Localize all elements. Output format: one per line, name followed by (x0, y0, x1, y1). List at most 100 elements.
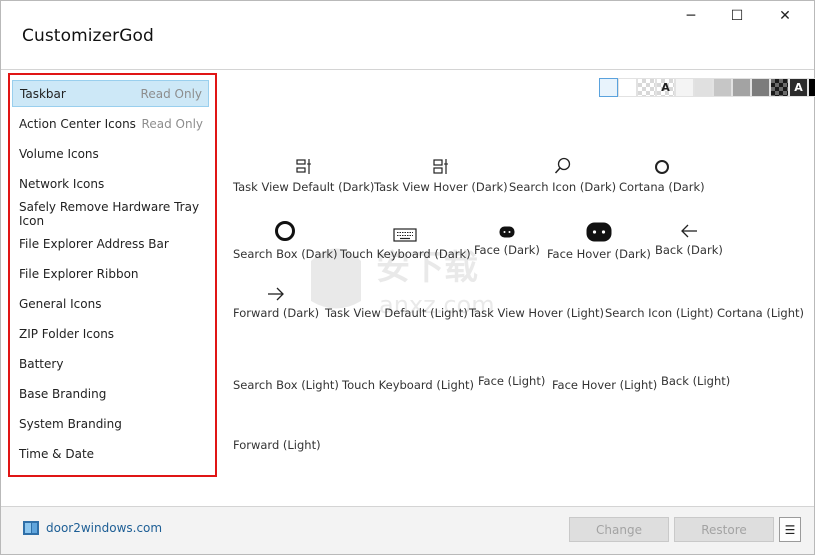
sidebar-item-label: Volume Icons (19, 146, 99, 161)
icon-tile-label: Touch Keyboard (Light) (342, 378, 475, 392)
swatch-checker-text[interactable]: A (656, 78, 675, 97)
icon-tile-back-dark[interactable]: Back (Dark) (655, 216, 723, 257)
icon-tile-label: Search Box (Dark) (233, 247, 338, 261)
icon-tile-label: Task View Hover (Light) (469, 306, 605, 320)
icon-tile-label: Search Icon (Light) (605, 306, 714, 320)
app-title: CustomizerGod (22, 26, 154, 46)
search-icon (554, 157, 570, 174)
read-only-badge: Read Only (141, 116, 203, 131)
sidebar-item-zip-folder-icons[interactable]: ZIP Folder Icons (12, 320, 209, 347)
icon-tile-label: Cortana (Light) (717, 306, 805, 320)
icon-tile-task-view-hover-light[interactable]: Task View Hover (Light) (469, 281, 604, 320)
sidebar-item-time-date[interactable]: Time & Date (12, 440, 209, 467)
icon-tile-label: Face (Dark) (474, 243, 540, 257)
sidebar-item-action-center-icons[interactable]: Action Center Icons Read Only (12, 110, 209, 137)
restore-button[interactable]: Restore (674, 517, 774, 542)
icon-tile-face-hover-dark[interactable]: Face Hover (Dark) (547, 216, 651, 261)
read-only-badge: Read Only (140, 86, 202, 101)
sidebar-item-file-explorer-ribbon[interactable]: File Explorer Ribbon (12, 260, 209, 287)
sidebar-item-label: File Explorer Ribbon (19, 266, 139, 281)
sidebar-item-label: ZIP Folder Icons (19, 326, 115, 341)
icon-tile-label: Task View Default (Dark) (233, 180, 375, 194)
arrow-left-icon (681, 224, 697, 238)
swatch-white[interactable] (618, 78, 637, 97)
icon-preview-grid: Task View Default (Dark) Task View Hover… (226, 131, 811, 471)
sidebar-item-safely-remove-hardware[interactable]: Safely Remove Hardware Tray Icon (12, 200, 209, 228)
door2windows-logo-icon (23, 521, 39, 535)
maximize-icon: ☐ (730, 8, 744, 24)
keyboard-icon (393, 228, 417, 242)
sidebar-item-label: Base Branding (19, 386, 107, 401)
icon-tile-task-view-default-light[interactable]: Task View Default (Light) (325, 281, 468, 320)
icon-tile-cortana-light[interactable]: Cortana (Light) (717, 281, 804, 320)
search-box-circle-icon (275, 221, 296, 241)
sidebar-item-network-icons[interactable]: Network Icons (12, 170, 209, 197)
face-hover-icon (586, 222, 612, 242)
sidebar-item-label: Taskbar (20, 86, 66, 101)
icon-tile-touch-keyboard-dark[interactable]: Touch Keyboard (Dark) (340, 216, 471, 261)
swatch-very-light-gray[interactable] (675, 78, 694, 97)
brand-link-text[interactable]: door2windows.com (46, 521, 162, 535)
swatch-charcoal-text[interactable]: A (789, 78, 808, 97)
sidebar-item-battery[interactable]: Battery (12, 350, 209, 377)
sidebar-item-taskbar[interactable]: Taskbar Read Only (12, 80, 209, 107)
sidebar-item-label: File Explorer Address Bar (19, 236, 169, 251)
icon-tile-label: Touch Keyboard (Dark) (340, 247, 471, 261)
change-button[interactable]: Change (569, 517, 669, 542)
maximize-button[interactable]: ☐ (714, 1, 760, 31)
icon-tile-search-box-dark[interactable]: Search Box (Dark) (233, 216, 337, 261)
icon-tile-task-view-hover-dark[interactable]: Task View Hover (Dark) (374, 153, 508, 194)
sidebar-item-label: Time & Date (19, 446, 95, 461)
icon-tile-face-light[interactable]: Face (Light) (478, 349, 545, 388)
sidebar-item-label: System Branding (19, 416, 122, 431)
icon-tile-touch-keyboard-light[interactable]: Touch Keyboard (Light) (342, 353, 474, 392)
cortana-circle-icon (654, 160, 669, 174)
sidebar-item-base-branding[interactable]: Base Branding (12, 380, 209, 407)
icon-tile-forward-light[interactable]: Forward (Light) (233, 413, 321, 452)
sidebar-item-label: Network Icons (19, 176, 105, 191)
brand-link[interactable]: door2windows.com (22, 519, 162, 537)
sidebar-item-general-icons[interactable]: General Icons (12, 290, 209, 317)
icon-tile-label: Task View Default (Light) (325, 306, 468, 320)
footer-bar: door2windows.com Change Restore ☰ (1, 507, 814, 554)
minimize-button[interactable]: ─ (668, 1, 714, 31)
icon-tile-label: Forward (Dark) (233, 306, 320, 320)
swatch-light-gray[interactable] (694, 78, 713, 97)
icon-tile-face-dark[interactable]: Face (Dark) (474, 216, 540, 257)
app-window: ─ ☐ ✕ CustomizerGod Taskbar Read Only Ac… (0, 0, 815, 555)
icon-tile-cortana-dark[interactable]: Cortana (Dark) (619, 153, 705, 194)
icon-tile-search-icon-dark[interactable]: Search Icon (Dark) (509, 153, 616, 194)
icon-tile-search-box-light[interactable]: Search Box (Light) (233, 353, 339, 392)
icon-tile-label: Search Box (Light) (233, 378, 339, 392)
icon-tile-forward-dark[interactable]: Forward (Dark) (233, 281, 319, 320)
background-swatch-bar: A A (599, 78, 815, 97)
sidebar-item-label: Battery (19, 356, 64, 371)
swatch-gray[interactable] (713, 78, 732, 97)
close-button[interactable]: ✕ (762, 1, 808, 31)
arrow-right-icon (268, 287, 284, 301)
icon-tile-search-icon-light[interactable]: Search Icon (Light) (605, 281, 714, 320)
sidebar-item-label: General Icons (19, 296, 102, 311)
icon-tile-label: Back (Light) (661, 374, 731, 388)
task-view-icon (433, 159, 448, 174)
swatch-checker[interactable] (637, 78, 656, 97)
icon-tile-back-light[interactable]: Back (Light) (661, 349, 730, 388)
sidebar-item-volume-icons[interactable]: Volume Icons (12, 140, 209, 167)
sidebar-item-file-explorer-address-bar[interactable]: File Explorer Address Bar (12, 230, 209, 257)
hamburger-icon: ☰ (784, 522, 796, 537)
swatch-dark-gray[interactable] (751, 78, 770, 97)
swatch-light-blue[interactable] (599, 78, 618, 97)
face-icon (499, 226, 515, 238)
header-divider (1, 69, 814, 70)
swatch-dark-checker[interactable] (770, 78, 789, 97)
close-icon: ✕ (779, 8, 791, 24)
sidebar-item-label: Action Center Icons (19, 116, 136, 131)
icon-tile-label: Forward (Light) (233, 438, 321, 452)
sidebar-item-system-branding[interactable]: System Branding (12, 410, 209, 437)
swatch-mid-gray[interactable] (732, 78, 751, 97)
icon-tile-task-view-default-dark[interactable]: Task View Default (Dark) (233, 153, 374, 194)
icon-tile-label: Task View Hover (Dark) (374, 180, 508, 194)
icon-tile-face-hover-light[interactable]: Face Hover (Light) (552, 353, 657, 392)
menu-button[interactable]: ☰ (779, 517, 801, 542)
swatch-black[interactable] (808, 78, 815, 97)
